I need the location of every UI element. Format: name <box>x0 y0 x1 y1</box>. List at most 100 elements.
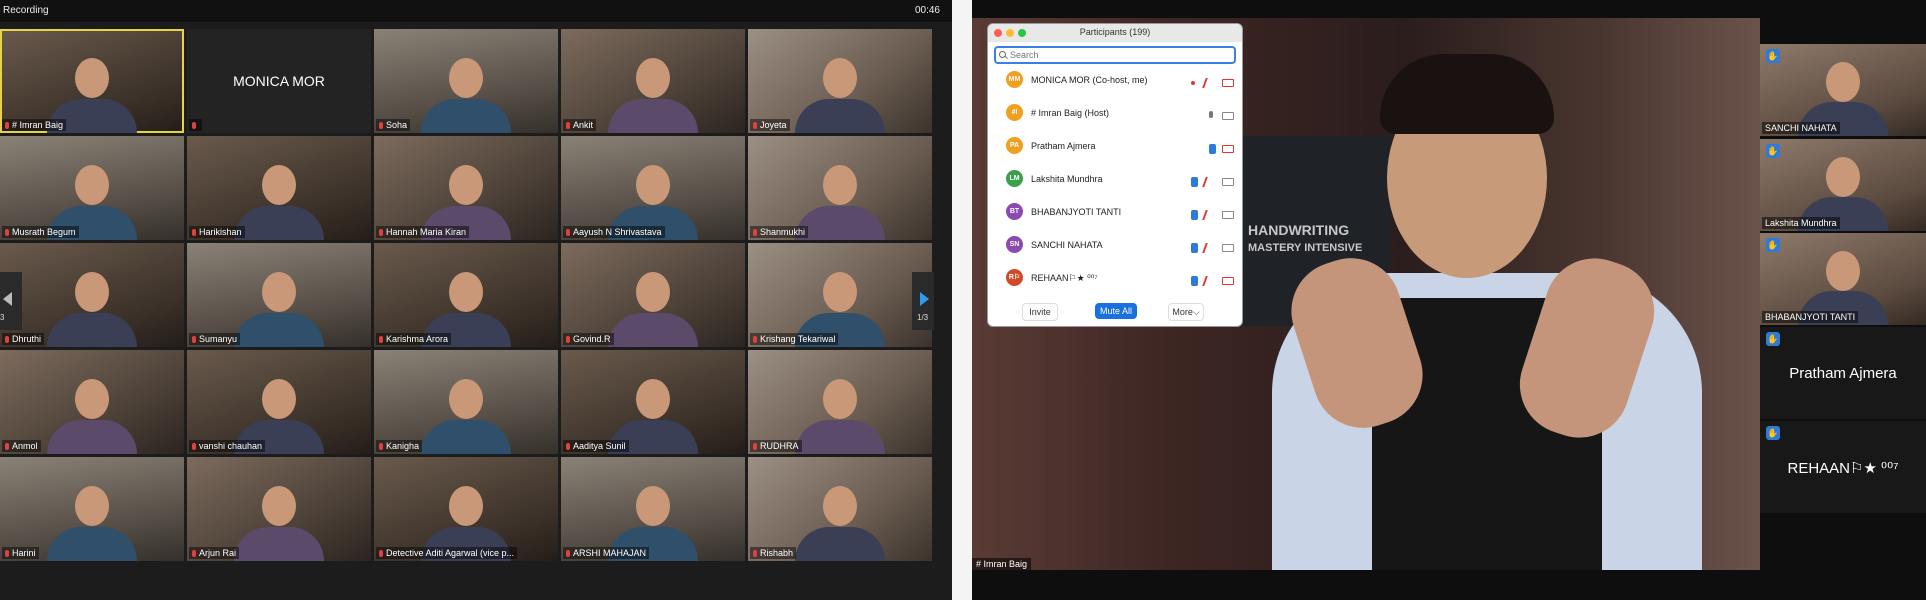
participant-row[interactable]: BT BHABANJYOTI TANTI <box>988 194 1242 227</box>
participant-status-icons <box>1200 107 1234 120</box>
participant-tile[interactable]: Detective Aditi Agarwal (vice p... <box>374 457 558 561</box>
muted-mic-icon <box>192 550 196 557</box>
participant-tile[interactable]: Joyeta <box>748 29 932 133</box>
participant-name: ARSHI MAHAJAN <box>573 548 647 558</box>
participant-name-label: SANCHI NAHATA <box>1762 122 1840 134</box>
participant-name-label: Anmol <box>2 440 41 452</box>
avatar: LM <box>1006 170 1023 187</box>
participants-search-input[interactable] <box>1010 48 1210 62</box>
muted-mic-icon <box>379 443 383 450</box>
participant-row[interactable]: PA Pratham Ajmera <box>988 128 1242 161</box>
participant-tile[interactable]: Aaditya Sunil <box>561 350 745 454</box>
participant-tile[interactable]: Arjun Rai <box>187 457 371 561</box>
participant-video-body <box>795 206 885 240</box>
raised-hand-icon[interactable] <box>1191 275 1198 286</box>
strip-participant-tile[interactable]: SANCHI NAHATA ✋ <box>1760 44 1926 136</box>
participant-video <box>449 165 483 206</box>
muted-mic-icon <box>753 550 757 557</box>
raised-hand-icon[interactable] <box>1191 176 1198 187</box>
participant-row[interactable]: SN SANCHI NAHATA <box>988 227 1242 260</box>
participant-display-name: MONICA MOR <box>233 73 325 89</box>
camera-icon[interactable] <box>1222 243 1234 252</box>
participant-tile[interactable]: Karishma Arora <box>374 243 558 347</box>
participant-tile[interactable]: Harikishan <box>187 136 371 240</box>
muted-mic-icon[interactable] <box>1202 275 1218 286</box>
muted-mic-icon[interactable] <box>1202 209 1218 220</box>
participant-tile[interactable]: Ankit <box>561 29 745 133</box>
camera-icon[interactable] <box>1222 111 1234 120</box>
participant-tile[interactable]: Govind.R <box>561 243 745 347</box>
mute-all-button[interactable]: Mute All <box>1095 303 1137 319</box>
participant-status-icons <box>1185 272 1234 286</box>
participant-tile[interactable]: Sumanyu <box>187 243 371 347</box>
next-page-button[interactable]: 1/3 <box>912 272 934 330</box>
participant-tile[interactable]: Rishabh <box>748 457 932 561</box>
previous-page-button[interactable]: 3 <box>0 272 22 330</box>
participant-video-body <box>47 527 137 561</box>
participant-row[interactable]: LM Lakshita Mundhra <box>988 161 1242 194</box>
participant-tile[interactable]: Musrath Begum <box>0 136 184 240</box>
participant-tile[interactable]: vanshi chauhan <box>187 350 371 454</box>
strip-participant-tile[interactable]: Lakshita Mundhra ✋ <box>1760 139 1926 231</box>
participant-tile[interactable]: Dhruthi <box>0 243 184 347</box>
mic-icon[interactable] <box>1206 110 1216 121</box>
participant-name-label: Shanmukhi <box>750 226 809 238</box>
raised-hand-icon: ✋ <box>1766 332 1780 346</box>
participant-row[interactable]: R⚐ REHAAN⚐★ ⁰⁰⁷ <box>988 260 1242 293</box>
participant-name-label: Krishang Tekariwal <box>750 333 839 345</box>
muted-mic-icon[interactable] <box>1202 176 1218 187</box>
participants-titlebar[interactable]: Participants (199) <box>988 24 1242 42</box>
recording-icon[interactable] <box>1188 78 1198 88</box>
participant-tile[interactable]: Anmol <box>0 350 184 454</box>
participant-tile[interactable]: Kanigha <box>374 350 558 454</box>
strip-participant-tile[interactable]: Pratham Ajmera ✋ <box>1760 327 1926 419</box>
raised-hand-icon[interactable] <box>1209 143 1216 154</box>
muted-mic-icon <box>379 336 383 343</box>
participant-tile[interactable]: ARSHI MAHAJAN <box>561 457 745 561</box>
participant-tile[interactable]: MONICA MOR <box>187 29 371 133</box>
participant-row[interactable]: #I # Imran Baig (Host) <box>988 95 1242 128</box>
camera-off-icon[interactable] <box>1222 78 1234 87</box>
strip-participant-tile[interactable]: REHAAN⚐★ ⁰⁰⁷ ✋ <box>1760 421 1926 513</box>
participant-name: Hannah Maria Kiran <box>386 227 467 237</box>
participant-status-icons <box>1185 239 1234 253</box>
participant-name-label: Ankit <box>563 119 597 131</box>
more-button[interactable]: More⌵ <box>1168 303 1204 321</box>
camera-icon[interactable] <box>1222 210 1234 219</box>
participant-video-body <box>421 99 511 133</box>
participant-name: Dhruthi <box>12 334 42 344</box>
muted-mic-icon <box>5 443 9 450</box>
participant-video-body <box>234 206 324 240</box>
next-page-label: 1/3 <box>917 313 929 322</box>
muted-mic-icon <box>566 443 570 450</box>
participants-window[interactable]: Participants (199) MM MONICA MOR (Co-host… <box>988 24 1242 326</box>
participant-tile[interactable]: Aayush N Shrivastava <box>561 136 745 240</box>
camera-icon[interactable] <box>1222 177 1234 186</box>
muted-mic-icon <box>753 336 757 343</box>
participant-name: RUDHRA <box>760 441 799 451</box>
invite-button[interactable]: Invite <box>1022 303 1058 321</box>
participant-row-name: Pratham Ajmera <box>1031 141 1096 151</box>
camera-off-icon[interactable] <box>1222 276 1234 285</box>
raised-hand-icon[interactable] <box>1191 242 1198 253</box>
participant-tile[interactable]: Hannah Maria Kiran <box>374 136 558 240</box>
camera-off-icon[interactable] <box>1222 144 1234 153</box>
participant-tile[interactable]: Soha <box>374 29 558 133</box>
participant-video <box>449 58 483 99</box>
avatar: R⚐ <box>1006 269 1023 286</box>
muted-mic-icon[interactable] <box>1202 77 1218 88</box>
recording-label: Recording <box>3 5 49 16</box>
participant-tile[interactable]: Krishang Tekariwal <box>748 243 932 347</box>
participant-tile[interactable]: Shanmukhi <box>748 136 932 240</box>
participant-name: # Imran Baig <box>12 120 64 130</box>
participant-tile[interactable]: Harini <box>0 457 184 561</box>
raised-hand-icon[interactable] <box>1191 209 1198 220</box>
muted-mic-icon <box>5 336 9 343</box>
strip-participant-tile[interactable]: BHABANJYOTI TANTI ✋ <box>1760 233 1926 325</box>
participant-tile[interactable]: # Imran Baig <box>0 29 184 133</box>
participant-name-label: Rishabh <box>750 547 797 559</box>
muted-mic-icon[interactable] <box>1202 242 1218 253</box>
participant-video <box>1826 157 1860 198</box>
participant-row[interactable]: MM MONICA MOR (Co-host, me) <box>988 62 1242 95</box>
participant-tile[interactable]: RUDHRA <box>748 350 932 454</box>
